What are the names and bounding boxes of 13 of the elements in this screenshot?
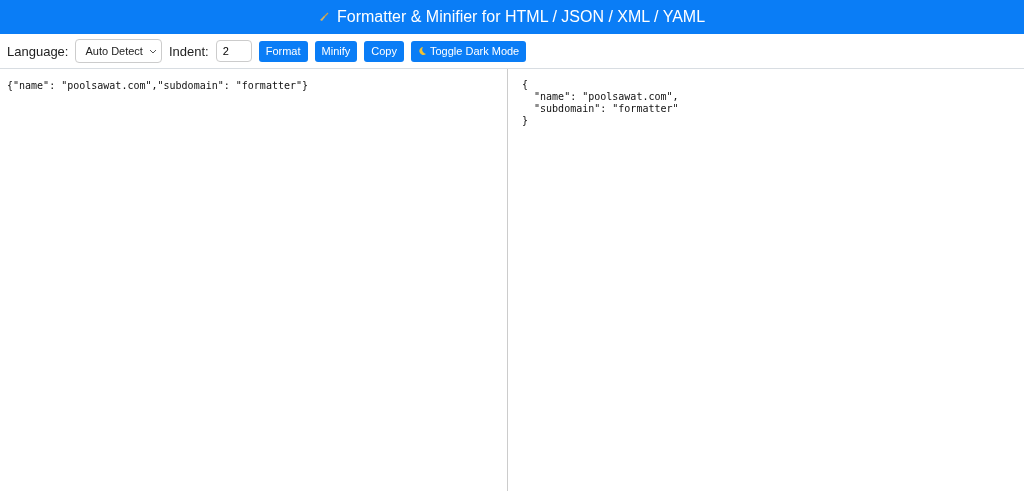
dark-mode-button[interactable]: Toggle Dark Mode bbox=[410, 40, 527, 62]
toolbar-button[interactable]: Format bbox=[258, 40, 308, 62]
moon-icon bbox=[417, 46, 427, 56]
toolbar-button[interactable]: Copy bbox=[364, 40, 404, 62]
indent-field[interactable]: 2 bbox=[215, 40, 252, 62]
indent-label: Indent: bbox=[168, 43, 209, 59]
toolbar-button[interactable]: Minify bbox=[314, 40, 358, 62]
broom-icon bbox=[318, 12, 329, 22]
language-label: Language: bbox=[7, 43, 69, 59]
page-title: Formatter & Minifier for HTML / JSON / XML / YAML bbox=[336, 8, 706, 26]
language-select[interactable]: Auto Detect bbox=[75, 39, 162, 63]
output-text: { "name": "poolsawat.com", "subdomain": "formatter" } bbox=[521, 78, 680, 128]
chevron-icon bbox=[148, 48, 157, 54]
